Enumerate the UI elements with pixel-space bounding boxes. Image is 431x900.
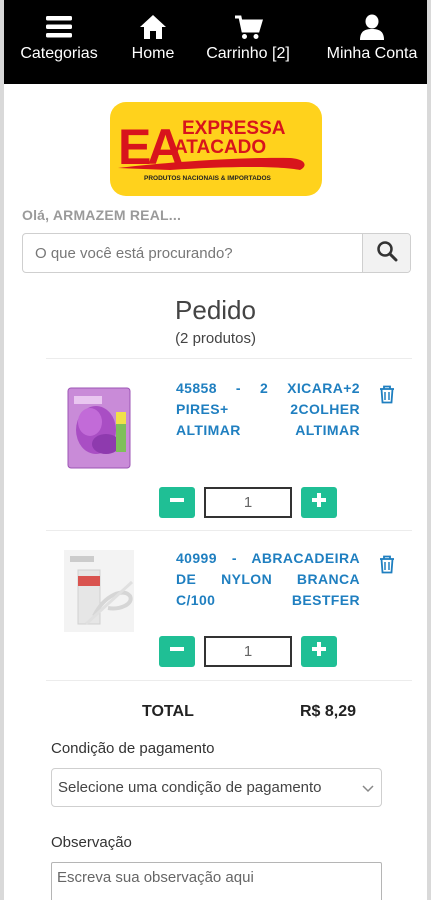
cart-item: 40999 - ABRACADEIRA DE NYLON BRANCA C/10… — [4, 532, 427, 680]
total-label: TOTAL — [142, 703, 194, 720]
trash-icon[interactable] — [376, 383, 398, 405]
trash-icon[interactable] — [376, 553, 398, 575]
home-icon — [122, 12, 184, 42]
product-name[interactable]: 40999 - ABRACADEIRA DE NYLON BRANCA C/10… — [176, 548, 360, 611]
search-input[interactable] — [23, 234, 363, 272]
greeting: Olá, ARMAZEM REAL... — [22, 207, 182, 223]
quantity-increase-button[interactable] — [301, 636, 337, 667]
page: Categorias Home Carrinho [2] Minha Conta… — [4, 0, 427, 900]
plus-icon — [310, 491, 328, 514]
menu-icon — [14, 12, 104, 42]
cart-item: 45858 - 2 XICARA+2 PIRES+ 2COLHER ALTIMA… — [4, 360, 427, 530]
payment-label: Condição de pagamento — [51, 740, 215, 757]
notes-textarea[interactable]: Escreva sua observação aqui — [51, 862, 382, 900]
store-logo[interactable]: EA EXPRESSA ATACADO PRODUTOS NACIONAIS &… — [110, 102, 322, 196]
nav-cart-label: Carrinho [2] — [206, 45, 290, 62]
nav-home[interactable]: Home — [122, 12, 184, 64]
nav-categories-label: Categorias — [20, 45, 98, 62]
nav-cart[interactable]: Carrinho [2] — [202, 12, 294, 64]
order-title: Pedido — [175, 295, 256, 325]
user-icon — [318, 12, 426, 42]
minus-icon — [168, 640, 186, 663]
quantity-increase-button[interactable] — [301, 487, 337, 518]
nav-categories[interactable]: Categorias — [14, 12, 104, 64]
total-value: R$ 8,29 — [300, 703, 357, 720]
search-bar — [22, 233, 411, 273]
divider — [46, 358, 412, 359]
product-name[interactable]: 45858 - 2 XICARA+2 PIRES+ 2COLHER ALTIMA… — [176, 378, 360, 441]
payment-select[interactable]: Selecione uma condição de pagamento — [51, 768, 382, 807]
product-image[interactable] — [60, 382, 138, 472]
search-icon — [376, 240, 398, 267]
divider — [46, 680, 412, 681]
product-image[interactable] — [60, 546, 138, 636]
quantity-decrease-button[interactable] — [159, 487, 195, 518]
minus-icon — [168, 491, 186, 514]
quantity-input[interactable]: 1 — [204, 636, 292, 667]
divider — [46, 530, 412, 531]
logo-line1: EXPRESSA — [182, 118, 286, 139]
chevron-down-icon — [361, 781, 375, 795]
nav-account-label: Minha Conta — [326, 45, 418, 62]
quantity-input[interactable]: 1 — [204, 487, 292, 518]
search-button[interactable] — [362, 234, 410, 272]
nav-home-label: Home — [131, 45, 175, 62]
quantity-decrease-button[interactable] — [159, 636, 195, 667]
order-count: (2 produtos) — [175, 330, 256, 347]
logo-line2: ATACADO — [174, 137, 266, 158]
notes-placeholder: Escreva sua observação aqui — [57, 869, 254, 886]
logo-tagline: PRODUTOS NACIONAIS & IMPORTADOS — [144, 175, 272, 182]
cart-icon — [202, 12, 294, 42]
nav-account[interactable]: Minha Conta — [318, 12, 426, 64]
notes-label: Observação — [51, 834, 132, 851]
top-nav: Categorias Home Carrinho [2] Minha Conta — [4, 0, 427, 84]
payment-select-value: Selecione uma condição de pagamento — [58, 779, 322, 796]
plus-icon — [310, 640, 328, 663]
